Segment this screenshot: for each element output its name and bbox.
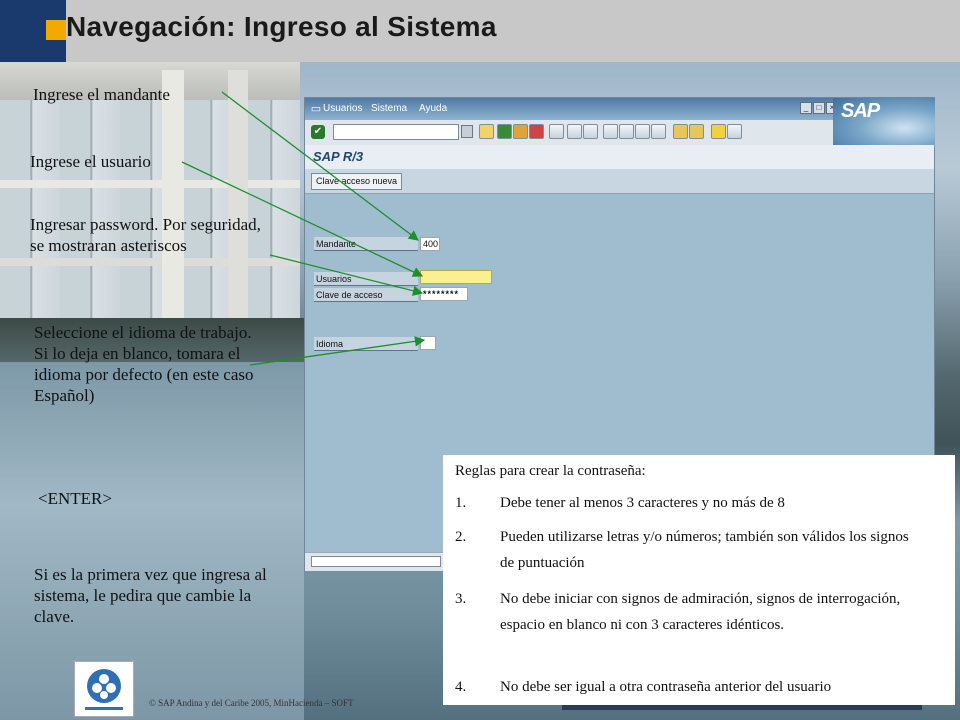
password-rules-box: Reglas para crear la contraseña: 1. Debe… xyxy=(443,455,955,705)
arrow-to-user-field xyxy=(181,161,424,277)
arrow-to-password-field xyxy=(269,254,424,296)
rule-number: 1. xyxy=(455,495,467,511)
rule-number: 4. xyxy=(455,679,467,695)
rules-title: Reglas para crear la contraseña: xyxy=(455,463,646,479)
organization-logo xyxy=(74,661,134,717)
rule-text: Debe tener al menos 3 caracteres y no má… xyxy=(500,495,785,511)
rule-number: 2. xyxy=(455,529,467,545)
footer-strip xyxy=(562,705,922,710)
rule-text: No debe ser igual a otra contraseña ante… xyxy=(500,679,832,695)
arrow-to-language-field xyxy=(249,336,426,366)
slide: Navegación: Ingreso al Sistema ▭ Usuario… xyxy=(0,0,960,720)
arrow-to-client-field xyxy=(221,91,420,241)
rule-text: Pueden utilizarse letras y/o números; ta… xyxy=(500,529,909,571)
rule-number: 3. xyxy=(455,591,467,607)
rule-text: No debe iniciar con signos de admiración… xyxy=(500,591,901,633)
copyright-text: © SAP Andina y del Caribe 2005, MinHacie… xyxy=(149,698,354,708)
